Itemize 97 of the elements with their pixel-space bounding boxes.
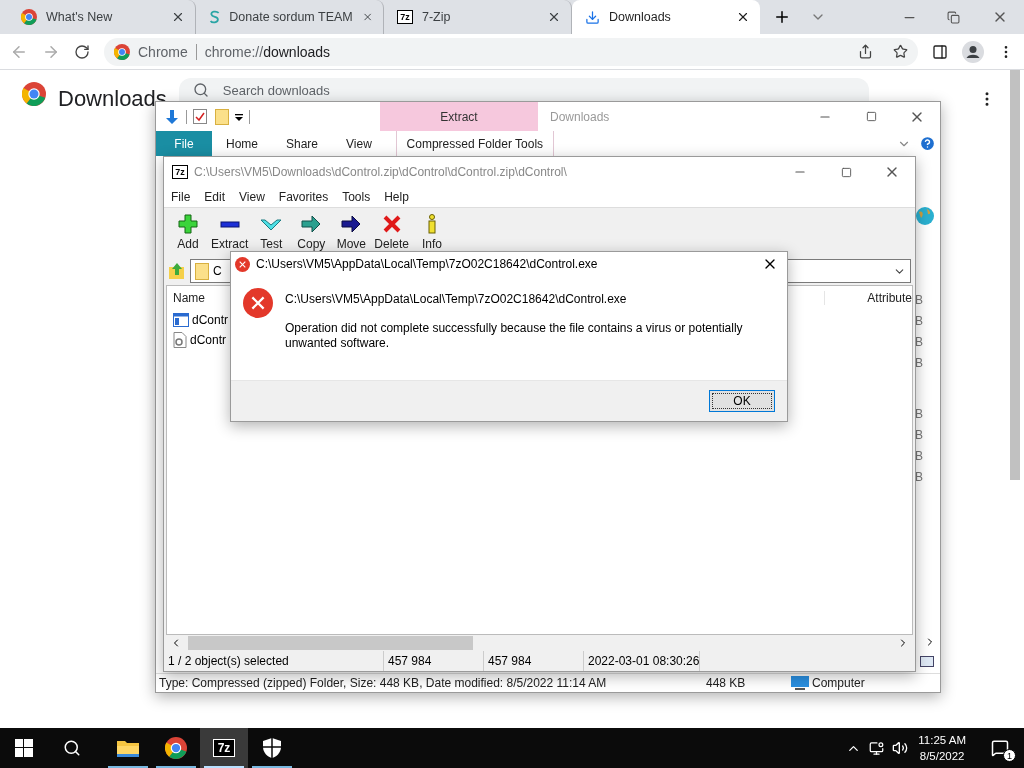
download-icon <box>585 9 600 25</box>
bookmark-star-icon[interactable] <box>893 44 908 59</box>
s-curve-icon <box>209 9 221 25</box>
archive-logo-icon: 7z <box>213 739 235 757</box>
checklist-icon[interactable] <box>193 109 207 124</box>
file-path: C:\Users\VM5\AppData\Local\Temp\7zO02C18642\dControl.exe <box>285 292 628 307</box>
status-location: Computer <box>811 676 865 690</box>
toolbar-button[interactable]: Test <box>251 214 292 251</box>
page-title: Downloads <box>58 86 167 112</box>
site-label: Chrome <box>138 43 188 60</box>
taskbar-app-button[interactable]: 7z <box>200 728 248 768</box>
reload-icon[interactable] <box>74 43 90 60</box>
archive-logo-icon: 7z <box>397 10 413 24</box>
status-cell: 2022-03-01 08:30:26 <box>584 651 701 671</box>
network-icon[interactable] <box>869 740 885 756</box>
volume-icon[interactable] <box>892 740 909 756</box>
column-header[interactable]: Name <box>173 291 205 305</box>
caret-icon[interactable] <box>235 112 243 121</box>
window-title: Downloads <box>549 109 611 124</box>
folder-icon <box>195 262 209 280</box>
window-file-icon <box>173 313 189 327</box>
side-panel-icon[interactable] <box>932 43 948 60</box>
size-text: B <box>915 427 923 444</box>
window-title: C:\Users\VM5\Downloads\dControl.zip\dControl\dControl.zip\dControl\ <box>193 165 568 179</box>
size-text: B <box>915 313 923 330</box>
folder-icon <box>116 738 140 758</box>
menu-item[interactable]: Help <box>377 190 416 204</box>
size-text: B <box>915 469 923 486</box>
search-icon <box>192 82 209 98</box>
toolbar-button[interactable]: Info <box>412 214 453 251</box>
status-text: Type: Compressed (zipped) Folder, Size: 448 KB, Date modified: 8/5/2022 11:14 AM <box>158 676 608 690</box>
shield-icon <box>262 737 282 759</box>
status-size: 448 KB <box>705 676 747 690</box>
new-tab-icon[interactable] <box>773 8 791 26</box>
view-icon[interactable] <box>920 656 934 667</box>
menu-item[interactable]: Tools <box>335 190 378 204</box>
notification-button[interactable]: 1 <box>976 728 1024 768</box>
folder-up-icon[interactable] <box>168 262 186 280</box>
browser-tab[interactable]: Downloads <box>572 0 760 34</box>
status-cell: 457 984 <box>384 651 484 671</box>
column-header[interactable]: Attribute <box>824 291 912 305</box>
close-icon[interactable] <box>171 10 185 24</box>
restore-icon[interactable] <box>947 10 960 24</box>
close-icon[interactable] <box>736 10 750 24</box>
arrow-right-icon <box>340 214 363 234</box>
toolbar-button[interactable]: Move <box>331 214 372 251</box>
browser-logo-icon <box>114 43 130 60</box>
scrollbar-thumb[interactable] <box>188 636 473 650</box>
status-cell: 457 984 <box>484 651 584 671</box>
menu-item[interactable]: View <box>232 190 272 204</box>
address-bar[interactable]: Chrome chrome://downloads <box>104 37 918 66</box>
ok-button[interactable]: OK <box>709 390 775 412</box>
file-name[interactable]: dContr <box>190 333 227 347</box>
monitor-icon <box>791 676 809 690</box>
scrollbar-thumb[interactable] <box>1010 70 1020 480</box>
archive-logo-icon: 7z <box>172 165 188 179</box>
toolbar-button[interactable]: Delete <box>371 214 413 251</box>
menu-item[interactable]: File <box>164 190 198 204</box>
menu-item[interactable]: Edit <box>197 190 233 204</box>
arrow-right-icon <box>300 214 323 234</box>
plus-icon <box>177 214 199 234</box>
share-icon[interactable] <box>858 44 873 59</box>
url-text: chrome://downloads <box>204 43 331 60</box>
toolbar-button[interactable]: Add <box>168 214 208 251</box>
size-text: B <box>915 292 923 309</box>
globe-icon <box>915 206 935 226</box>
profile-avatar-icon[interactable] <box>962 40 984 63</box>
error-message: Operation did not complete successfully because the file contains a virus or potentially unwanted software. <box>285 321 744 351</box>
browser-logo-icon <box>21 9 37 25</box>
error-icon <box>235 256 250 272</box>
dialog-title: C:\Users\VM5\AppData\Local\Temp\7zO02C18642\dControl.exe <box>255 257 599 271</box>
file-tab[interactable]: File <box>156 131 212 156</box>
down-arrow-icon[interactable] <box>164 108 180 125</box>
error-icon <box>243 288 273 318</box>
close-icon[interactable] <box>547 10 561 24</box>
notification-icon <box>991 739 1009 757</box>
search-icon[interactable] <box>63 739 81 757</box>
search-field[interactable]: Search downloads <box>178 78 869 102</box>
browser-logo-icon <box>165 737 187 759</box>
gear-file-icon <box>173 332 187 348</box>
size-text: B <box>915 406 923 423</box>
toolbar-button[interactable]: Extract <box>208 214 252 251</box>
ribbon-tab[interactable]: Home <box>212 131 272 156</box>
browser-logo-icon <box>22 82 46 106</box>
clock[interactable]: 11:25 AM 8/5/2022 <box>908 732 976 764</box>
menu-item[interactable]: Favorites <box>271 190 336 204</box>
file-name[interactable]: dContr <box>192 313 229 327</box>
toolbar-button[interactable]: Copy <box>291 214 332 251</box>
ribbon-tab[interactable]: View <box>332 131 386 156</box>
status-cell: 1 / 2 object(s) selected <box>164 651 384 671</box>
ribbon-tab[interactable]: Share <box>272 131 333 156</box>
start-icon[interactable] <box>15 739 33 757</box>
size-text: B <box>915 334 923 351</box>
size-text: B <box>915 448 923 465</box>
size-text: B <box>915 355 923 372</box>
contextual-tab[interactable]: Extract <box>380 102 538 131</box>
help-icon[interactable] <box>919 135 936 152</box>
